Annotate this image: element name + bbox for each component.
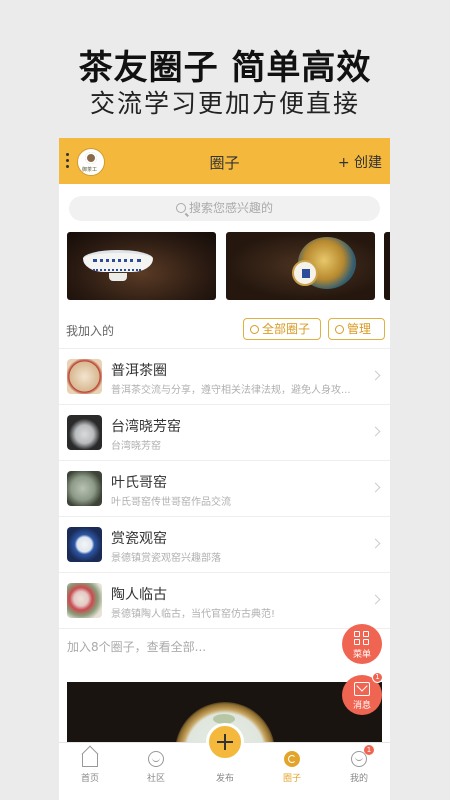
float-message-button[interactable]: 消息 1 xyxy=(342,672,383,715)
bowl-image xyxy=(83,250,153,281)
list-item[interactable]: 陶人临古 景德镇陶人临古，当代官窑仿古典范! xyxy=(59,573,390,629)
float-menu-button[interactable]: 菜单 xyxy=(342,624,382,664)
mail-icon xyxy=(354,682,370,696)
top-bar: 御茶工 圈子 + 创建 xyxy=(59,138,390,184)
create-button[interactable]: + 创建 xyxy=(338,152,382,172)
publish-label[interactable]: 发布 xyxy=(200,771,250,784)
float-menu-label: 菜单 xyxy=(352,650,371,660)
float-message-label: 消息 xyxy=(352,701,371,711)
joined-circle-list: 普洱茶圈 普洱茶交流与分享，遵守相关法律法规，避免人身攻... 台湾晓芳窑 台湾… xyxy=(59,348,390,629)
list-item[interactable]: 普洱茶圈 普洱茶交流与分享，遵守相关法律法规，避免人身攻... xyxy=(59,349,390,405)
cup-base-image xyxy=(292,260,318,286)
chevron-right-icon xyxy=(370,482,381,493)
tab-community[interactable]: 社区 xyxy=(131,743,181,800)
search-icon xyxy=(250,325,259,334)
circle-icon xyxy=(284,751,300,767)
circle-thumbnail xyxy=(67,415,102,450)
home-icon xyxy=(82,754,98,767)
chevron-right-icon xyxy=(370,426,381,437)
all-circles-label: 全部圈子 xyxy=(262,322,311,336)
list-item[interactable]: 叶氏哥窑 叶氏哥窑传世哥窑作品交流 xyxy=(59,461,390,517)
manage-button[interactable]: 管理 xyxy=(328,318,385,340)
banner-blue-white-bowl[interactable] xyxy=(67,232,216,300)
chevron-right-icon xyxy=(370,370,381,381)
chat-icon xyxy=(148,751,164,767)
joined-section-label: 我加入的 xyxy=(66,324,115,338)
gear-icon xyxy=(335,325,344,334)
tab-circle[interactable]: 圈子 xyxy=(267,743,317,800)
list-item[interactable]: 赏瓷观窑 景德镇赏瓷观窑兴趣部落 xyxy=(59,517,390,573)
app-screen: 御茶工 圈子 + 创建 搜索您感兴趣的 我加入的 全部圈子 管理 普洱茶圈 普洱… xyxy=(59,138,390,800)
tab-label: 社区 xyxy=(146,774,165,784)
chevron-right-icon xyxy=(370,594,381,605)
all-circles-button[interactable]: 全部圈子 xyxy=(243,318,321,340)
circle-title: 陶人临古 xyxy=(111,587,167,603)
tab-me[interactable]: 1 我的 xyxy=(334,743,384,800)
circle-thumbnail xyxy=(67,583,102,618)
message-badge: 1 xyxy=(372,672,383,683)
tab-label: 圈子 xyxy=(282,774,301,784)
manage-label: 管理 xyxy=(347,322,372,336)
banner-next-peek[interactable] xyxy=(384,232,390,300)
circle-title: 台湾晓芳窑 xyxy=(111,419,181,435)
circle-description: 普洱茶交流与分享，遵守相关法律法规，避免人身攻... xyxy=(111,385,351,396)
promo-header: 茶友圈子 简单高效 交流学习更加方便直接 xyxy=(0,0,450,138)
tab-label: 我的 xyxy=(349,774,368,784)
circle-thumbnail xyxy=(67,359,102,394)
promo-subtitle: 交流学习更加方便直接 xyxy=(89,89,360,118)
promo-title: 茶友圈子 简单高效 xyxy=(78,48,372,88)
circle-thumbnail xyxy=(67,527,102,562)
view-all-link[interactable]: 加入8个圈子，查看全部... xyxy=(67,638,206,655)
circle-title: 叶氏哥窑 xyxy=(111,475,167,491)
search-input[interactable]: 搜索您感兴趣的 xyxy=(69,196,380,221)
tab-label: 首页 xyxy=(80,774,99,784)
grid-icon xyxy=(354,631,370,645)
tab-home[interactable]: 首页 xyxy=(65,743,115,800)
search-placeholder: 搜索您感兴趣的 xyxy=(188,201,273,215)
circle-title: 赏瓷观窑 xyxy=(111,531,167,547)
tab-badge: 1 xyxy=(364,745,374,755)
search-icon xyxy=(175,203,186,213)
circle-description: 叶氏哥窑传世哥窑作品交流 xyxy=(111,497,231,508)
circle-description: 台湾晓芳窑 xyxy=(111,441,161,452)
circle-description: 景德镇赏瓷观窑兴趣部落 xyxy=(111,553,221,564)
bottom-tab-bar: 首页 社区 发布 圈子 1 我的 xyxy=(59,723,390,800)
banner-gold-cup[interactable] xyxy=(226,232,375,300)
publish-button[interactable] xyxy=(206,723,244,761)
circle-description: 景德镇陶人临古，当代官窑仿古典范! xyxy=(111,609,276,620)
chevron-right-icon xyxy=(370,538,381,549)
circle-title: 普洱茶圈 xyxy=(111,363,167,379)
list-item[interactable]: 台湾晓芳窑 台湾晓芳窑 xyxy=(59,405,390,461)
circle-thumbnail xyxy=(67,471,102,506)
